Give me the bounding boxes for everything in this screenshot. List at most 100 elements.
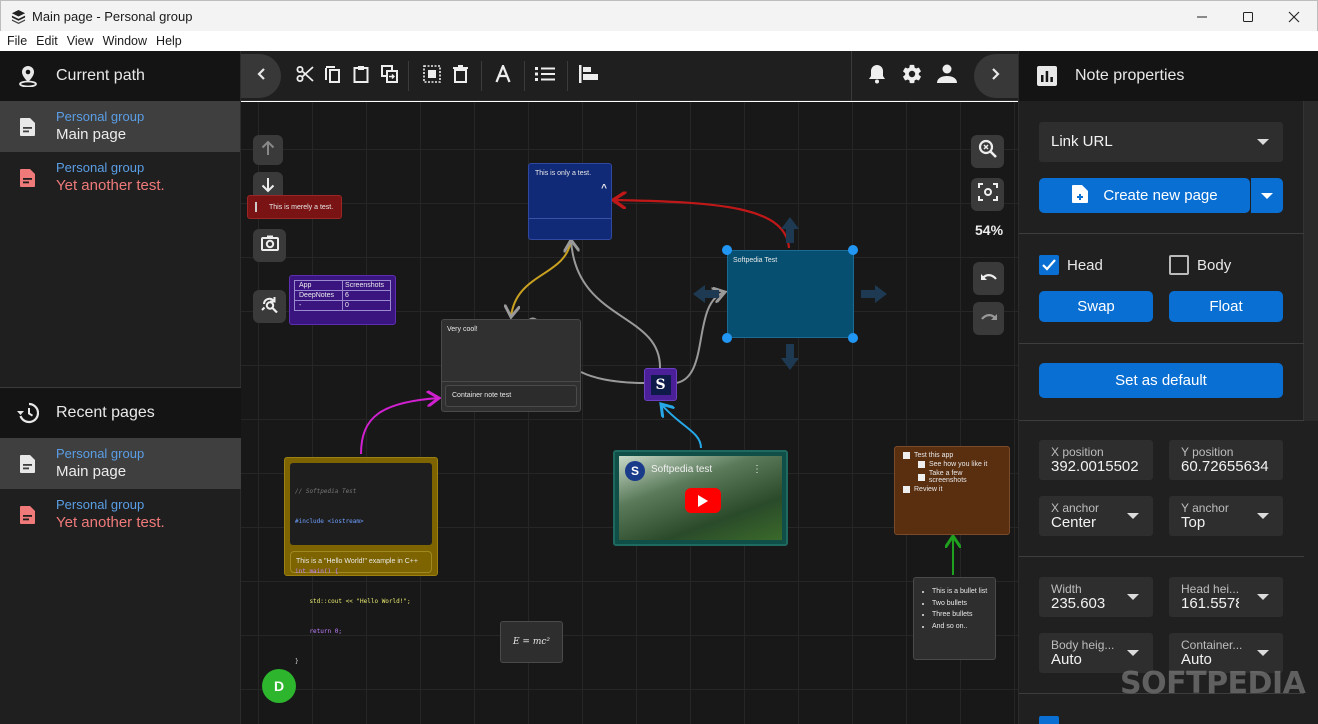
page-canvas[interactable]: This is merely a test. App Screenshots D… bbox=[241, 102, 1018, 724]
note-video[interactable]: S Softpedia test ⋮ bbox=[613, 450, 788, 546]
fit-to-screen-button[interactable] bbox=[971, 178, 1004, 211]
settings-button[interactable] bbox=[901, 64, 923, 87]
copy-button[interactable] bbox=[322, 65, 344, 87]
note-softpedia-test-selected[interactable]: Softpedia Test bbox=[727, 250, 854, 338]
menu-help[interactable]: Help bbox=[156, 34, 182, 48]
menu-view[interactable]: View bbox=[67, 34, 94, 48]
width-select[interactable]: Width 235.603 bbox=[1039, 577, 1153, 617]
redo-button[interactable] bbox=[973, 302, 1004, 335]
numbered-list-button[interactable] bbox=[534, 65, 556, 87]
table-cell: 6 bbox=[342, 290, 391, 301]
video-embed[interactable]: S Softpedia test ⋮ bbox=[619, 456, 782, 540]
checkbox[interactable] bbox=[918, 461, 925, 468]
scrollbar[interactable] bbox=[1303, 101, 1318, 421]
account-button[interactable] bbox=[936, 64, 958, 87]
title-bar: Main page - Personal group bbox=[0, 0, 1318, 31]
path-item-name: Main page bbox=[56, 126, 127, 143]
maximize-button[interactable] bbox=[1225, 1, 1271, 32]
table-cell: 0 bbox=[342, 300, 391, 311]
select-all-button[interactable] bbox=[421, 64, 443, 88]
paste-button[interactable] bbox=[350, 65, 372, 87]
code-block: // Softpedia Test #include <iostream> in… bbox=[290, 463, 432, 665]
notifications-button[interactable] bbox=[866, 64, 888, 87]
select-all-icon bbox=[423, 64, 441, 88]
create-new-page-button[interactable]: Create new page bbox=[1039, 178, 1250, 213]
create-page-options-button[interactable] bbox=[1251, 178, 1283, 213]
note-bullets[interactable]: This is a bullet list Two bullets Three … bbox=[913, 577, 996, 660]
todo-item: Review it bbox=[903, 486, 1001, 493]
arrow-up-icon bbox=[261, 140, 275, 161]
avatar[interactable]: D bbox=[262, 669, 296, 703]
body-checkbox[interactable] bbox=[1169, 255, 1189, 275]
delete-button[interactable] bbox=[449, 64, 471, 87]
note-code[interactable]: // Softpedia Test #include <iostream> in… bbox=[284, 457, 438, 665]
field-label: Y position bbox=[1181, 445, 1234, 459]
head-checkbox[interactable] bbox=[1039, 255, 1059, 275]
float-button[interactable]: Float bbox=[1169, 291, 1283, 322]
todo-text: Review it bbox=[914, 486, 943, 493]
note-only-test[interactable]: This is only a test. ^ bbox=[528, 163, 612, 240]
page-icon bbox=[0, 117, 56, 137]
close-button[interactable] bbox=[1271, 1, 1317, 32]
table: App Screenshots DeepNotes 6 - 0 bbox=[293, 280, 391, 311]
note-merely-test[interactable]: This is merely a test. bbox=[247, 195, 342, 219]
refresh-search-button[interactable] bbox=[253, 290, 286, 323]
resize-handle-bottom-left[interactable] bbox=[722, 333, 732, 343]
collapse-left-panel-button[interactable] bbox=[241, 54, 281, 98]
chevron-left-icon bbox=[256, 67, 266, 86]
resize-handle-top-right[interactable] bbox=[848, 245, 858, 255]
path-item-yet-another-test[interactable]: Personal group Yet another test. bbox=[0, 152, 240, 203]
path-item-group: Personal group bbox=[56, 160, 145, 175]
chevron-down-icon bbox=[1257, 594, 1269, 600]
collapse-right-panel-button[interactable] bbox=[974, 54, 1018, 98]
minimize-button[interactable] bbox=[1179, 1, 1225, 32]
partial-checkbox[interactable] bbox=[1039, 716, 1059, 724]
collapse-chevron-icon[interactable]: ^ bbox=[601, 183, 607, 194]
path-item-main-page[interactable]: Personal group Main page bbox=[0, 101, 240, 152]
swap-button[interactable]: Swap bbox=[1039, 291, 1153, 322]
y-position-field[interactable]: Y position 60.72655634 bbox=[1169, 440, 1283, 480]
resize-handle-bottom-right[interactable] bbox=[848, 333, 858, 343]
path-item-name: Yet another test. bbox=[56, 177, 165, 194]
recent-item-yet-another-test[interactable]: Personal group Yet another test. bbox=[0, 489, 241, 540]
note-formula[interactable]: E = mc² bbox=[500, 621, 563, 663]
text-format-button[interactable] bbox=[492, 62, 514, 87]
chevron-down-icon bbox=[1257, 139, 1269, 145]
menu-window[interactable]: Window bbox=[103, 34, 147, 48]
note-very-cool[interactable]: Very cool! Container note test bbox=[441, 319, 581, 412]
checkbox[interactable] bbox=[918, 473, 925, 481]
note-table[interactable]: App Screenshots DeepNotes 6 - 0 bbox=[289, 275, 396, 325]
current-path-title: Current path bbox=[56, 67, 145, 84]
link-url-select[interactable]: Link URL bbox=[1039, 122, 1283, 162]
x-position-field[interactable]: X position 392.0015502 bbox=[1039, 440, 1153, 480]
set-as-default-button[interactable]: Set as default bbox=[1039, 363, 1283, 398]
x-anchor-select[interactable]: X anchor Center bbox=[1039, 496, 1153, 536]
arrow-magenta bbox=[360, 398, 439, 455]
duplicate-button[interactable] bbox=[378, 64, 400, 87]
y-anchor-select[interactable]: Y anchor Top bbox=[1169, 496, 1283, 536]
checkbox[interactable] bbox=[903, 486, 910, 493]
recent-item-main-page[interactable]: Personal group Main page bbox=[0, 438, 241, 489]
field-value: Auto bbox=[1051, 651, 1082, 668]
play-button[interactable] bbox=[685, 488, 721, 513]
menu-file[interactable]: File bbox=[7, 34, 27, 48]
undo-button[interactable] bbox=[973, 262, 1004, 295]
note-todo[interactable]: Test this app See how you like it Take a… bbox=[894, 446, 1010, 535]
resize-handle-top-left[interactable] bbox=[722, 245, 732, 255]
container-child-note[interactable]: Container note test bbox=[445, 385, 577, 407]
checkbox[interactable] bbox=[903, 452, 910, 459]
todo-item: See how you like it bbox=[918, 461, 1001, 468]
toolbar-separator bbox=[408, 61, 409, 91]
note-s-logo[interactable]: S bbox=[644, 368, 677, 401]
move-up-button[interactable] bbox=[253, 135, 283, 165]
screenshot-button[interactable] bbox=[253, 229, 286, 262]
menu-edit[interactable]: Edit bbox=[36, 34, 58, 48]
right-panel: Note properties Link URL Create new page… bbox=[1018, 51, 1318, 724]
more-options-icon[interactable]: ⋮ bbox=[752, 464, 762, 475]
align-left-button[interactable] bbox=[578, 64, 600, 87]
cut-button[interactable] bbox=[294, 65, 316, 87]
head-height-select[interactable]: Head hei... 161.5578 bbox=[1169, 577, 1283, 617]
path-item-group: Personal group bbox=[56, 109, 145, 124]
zoom-in-button[interactable] bbox=[971, 135, 1004, 168]
head-label: Head bbox=[1067, 257, 1103, 274]
